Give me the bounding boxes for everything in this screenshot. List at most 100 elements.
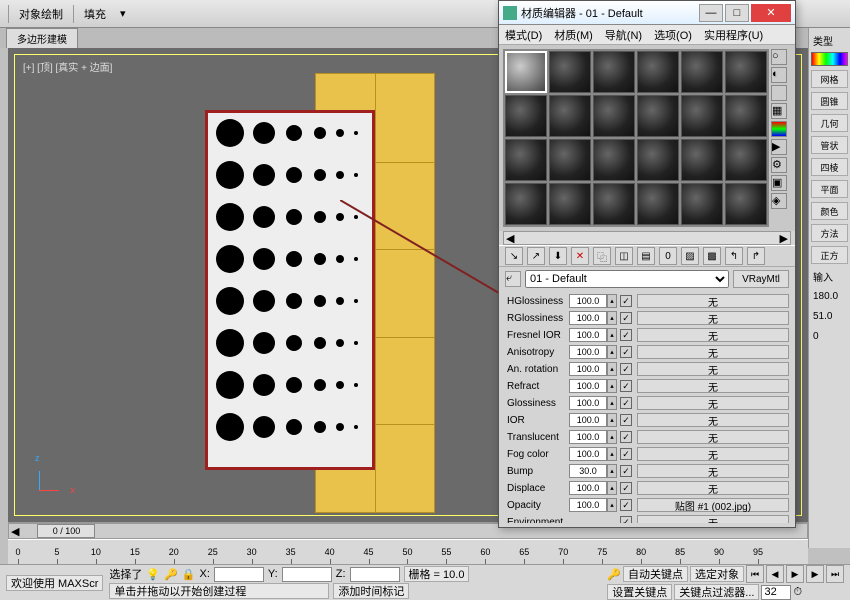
param-checkbox[interactable]: ✓ <box>620 414 632 426</box>
sample-slot[interactable] <box>637 95 679 137</box>
param-checkbox[interactable]: ✓ <box>620 499 632 511</box>
material-type-button[interactable]: VRayMtl <box>733 270 789 288</box>
spinner-up-down-icon[interactable]: ▴ <box>607 345 617 359</box>
param-spinner[interactable]: 100.0 <box>569 345 607 359</box>
param-spinner[interactable]: 100.0 <box>569 396 607 410</box>
param-spinner[interactable]: 100.0 <box>569 379 607 393</box>
param-map-button[interactable]: 无 <box>637 464 789 478</box>
sample-type-icon[interactable]: ○ <box>771 49 787 65</box>
sample-slot[interactable] <box>725 139 767 181</box>
panel-item[interactable]: 网格 <box>811 70 848 88</box>
spinner-up-down-icon[interactable]: ▴ <box>607 328 617 342</box>
sample-slot[interactable] <box>505 95 547 137</box>
sample-slot[interactable] <box>681 183 723 225</box>
param-spinner[interactable]: 100.0 <box>569 311 607 325</box>
param-spinner[interactable]: 100.0 <box>569 294 607 308</box>
assign-icon[interactable]: ⬇ <box>549 247 567 265</box>
put-lib-icon[interactable]: ▤ <box>637 247 655 265</box>
uv-tile-icon[interactable]: ▦ <box>771 103 787 119</box>
panel-item[interactable]: 类型 <box>811 32 848 48</box>
menu-options[interactable]: 选项(O) <box>654 27 692 43</box>
panel-item[interactable]: 颜色 <box>811 202 848 220</box>
sample-slot[interactable] <box>593 95 635 137</box>
sample-slot[interactable] <box>549 51 591 93</box>
copy-icon[interactable]: ⿻ <box>593 247 611 265</box>
coord-x-input[interactable] <box>214 567 264 582</box>
tab-poly-model[interactable]: 多边形建模 <box>6 28 78 48</box>
param-spinner[interactable]: 100.0 <box>569 362 607 376</box>
spinner-up-down-icon[interactable]: ▴ <box>607 294 617 308</box>
sample-slot[interactable] <box>505 139 547 181</box>
sample-slot[interactable] <box>681 51 723 93</box>
panel-item[interactable]: 输入 <box>811 268 848 284</box>
lock-icon[interactable]: 💡 <box>146 568 160 581</box>
param-spinner[interactable]: 100.0 <box>569 413 607 427</box>
menu-util[interactable]: 实用程序(U) <box>704 27 763 43</box>
param-checkbox[interactable]: ✓ <box>620 312 632 324</box>
param-map-button[interactable]: 无 <box>637 311 789 325</box>
options-icon[interactable]: ⚙ <box>771 157 787 173</box>
time-ruler[interactable]: 05101520253035404550556065707580859095 <box>8 539 808 565</box>
viewport-label[interactable]: [+] [顶] [真实 + 边面] <box>23 59 112 74</box>
sample-slot[interactable] <box>549 95 591 137</box>
param-map-button[interactable]: 贴图 #1 (002.jpg) <box>637 498 789 512</box>
param-checkbox[interactable]: ✓ <box>620 380 632 392</box>
menu-material[interactable]: 材质(M) <box>554 27 593 43</box>
unique-icon[interactable]: ◫ <box>615 247 633 265</box>
reset-icon[interactable]: ✕ <box>571 247 589 265</box>
param-spinner[interactable]: 100.0 <box>569 328 607 342</box>
isolate-icon[interactable]: 🔑 <box>164 568 178 581</box>
next-frame-icon[interactable]: ▶ <box>806 565 824 583</box>
param-checkbox[interactable]: ✓ <box>620 465 632 477</box>
sel-obj-dropdown[interactable]: 选定对象 <box>690 566 744 582</box>
video-icon[interactable]: ▶ <box>771 139 787 155</box>
sample-slot[interactable] <box>593 139 635 181</box>
set-key-button[interactable]: 设置关键点 <box>607 584 672 600</box>
prev-frame-icon[interactable]: ◀ <box>766 565 784 583</box>
coord-y-input[interactable] <box>282 567 332 582</box>
param-map-button[interactable]: 无 <box>637 294 789 308</box>
param-checkbox[interactable]: ✓ <box>620 482 632 494</box>
material-editor-titlebar[interactable]: 材质编辑器 - 01 - Default — □ ✕ <box>499 1 795 25</box>
param-checkbox[interactable]: ✓ <box>620 516 632 523</box>
key-filter-button[interactable]: 关键点过滤器... <box>674 584 759 600</box>
sample-slot[interactable] <box>725 51 767 93</box>
pick-icon[interactable]: ⤶ <box>505 271 521 287</box>
backlight-icon[interactable]: ◐ <box>771 67 787 83</box>
select-icon[interactable]: ▣ <box>771 175 787 191</box>
spinner-up-down-icon[interactable]: ▴ <box>607 413 617 427</box>
lock-sel-icon[interactable]: 🔒 <box>182 568 196 581</box>
param-map-button[interactable]: 无 <box>637 328 789 342</box>
id-icon[interactable]: 0 <box>659 247 677 265</box>
param-checkbox[interactable]: ✓ <box>620 295 632 307</box>
auto-key-button[interactable]: 自动关键点 <box>623 566 688 582</box>
put-scene-icon[interactable]: ↗ <box>527 247 545 265</box>
sample-slot[interactable] <box>593 51 635 93</box>
add-tag-button[interactable]: 添加时间标记 <box>333 583 409 599</box>
param-checkbox[interactable]: ✓ <box>620 431 632 443</box>
sample-slot[interactable] <box>505 51 547 93</box>
sample-slot[interactable] <box>681 95 723 137</box>
spinner-up-down-icon[interactable]: ▴ <box>607 311 617 325</box>
panel-item[interactable]: 几何 <box>811 114 848 132</box>
panel-item[interactable]: 51.0 <box>811 308 848 324</box>
panel-item[interactable]: 平面 <box>811 180 848 198</box>
param-spinner[interactable]: 100.0 <box>569 447 607 461</box>
sample-slot[interactable] <box>725 183 767 225</box>
spinner-up-down-icon[interactable]: ▴ <box>607 379 617 393</box>
param-checkbox[interactable]: ✓ <box>620 448 632 460</box>
time-slider-thumb[interactable]: 0 / 100 <box>37 524 95 538</box>
param-checkbox[interactable]: ✓ <box>620 346 632 358</box>
frame-input[interactable]: 32 <box>761 585 791 600</box>
background-icon[interactable] <box>771 85 787 101</box>
param-map-button[interactable]: 无 <box>637 515 789 523</box>
sample-slot[interactable] <box>637 183 679 225</box>
panel-item[interactable]: 0 <box>811 328 848 344</box>
spinner-up-down-icon[interactable]: ▴ <box>607 447 617 461</box>
color-icon[interactable] <box>771 121 787 137</box>
param-map-button[interactable]: 无 <box>637 345 789 359</box>
spinner-up-down-icon[interactable]: ▴ <box>607 464 617 478</box>
get-material-icon[interactable]: ↘ <box>505 247 523 265</box>
goto-end-icon[interactable]: ⏭ <box>826 565 844 583</box>
sample-slot[interactable] <box>549 139 591 181</box>
